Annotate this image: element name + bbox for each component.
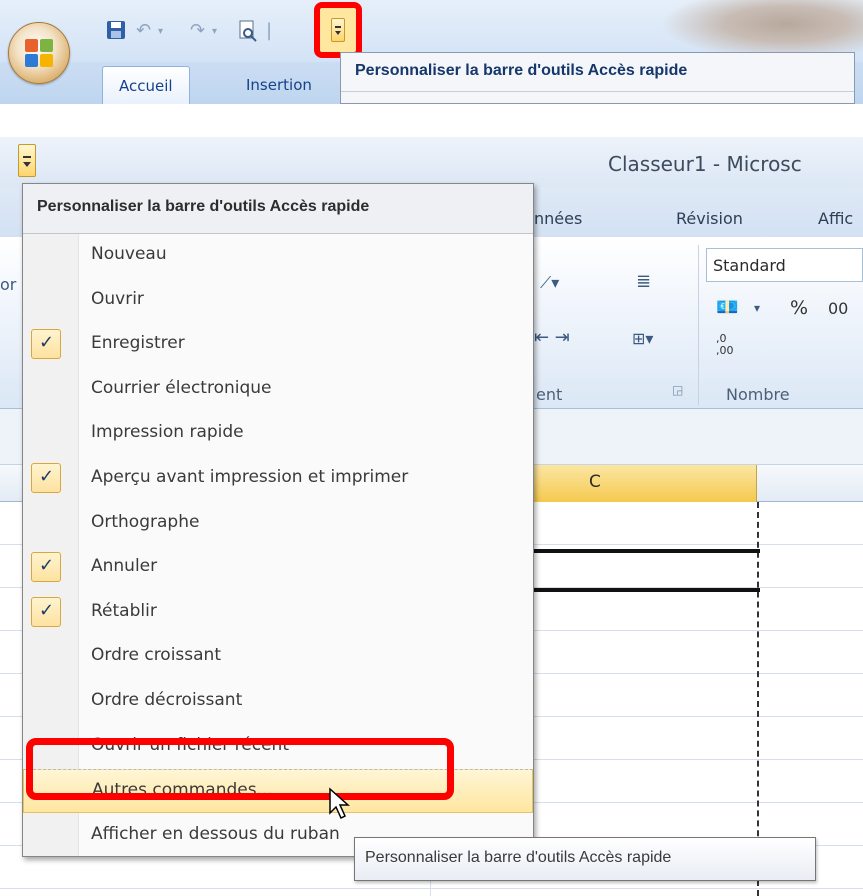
tab-insertion-label: Insertion <box>246 76 312 94</box>
checkmark-icon: ✓ <box>31 552 61 583</box>
menu-header-top: Personnaliser la barre d'outils Accès ra… <box>340 52 855 104</box>
checkmark-icon: ✓ <box>31 596 61 627</box>
menu-item[interactable]: ✓ Rétablir <box>23 591 533 635</box>
checkmark-glyph: ✓ <box>39 332 55 354</box>
merge-center-icon[interactable]: ⊞▾ <box>632 329 653 348</box>
orientation-icon[interactable]: ⟋▾ <box>540 273 559 293</box>
menu-header: Personnaliser la barre d'outils Accès ra… <box>23 184 533 234</box>
menu-item-label: Aperçu avant impression et imprimer <box>91 467 409 487</box>
checkmark-glyph: ✓ <box>39 555 55 577</box>
menu-header-divider <box>341 91 854 92</box>
number-format-select[interactable]: Standard <box>706 248 863 282</box>
menu-item[interactable]: ✓ Enregistrer <box>23 323 533 367</box>
menu-item[interactable]: Impression rapide <box>23 412 533 456</box>
dialog-launcher-icon[interactable]: ◲ <box>672 383 683 397</box>
menu-header-top-text: Personnaliser la barre d'outils Accès ra… <box>355 62 688 79</box>
group-divider <box>698 245 699 405</box>
alignment-group-label: ent <box>536 385 563 404</box>
menu-item-label: Orthographe <box>91 511 200 532</box>
thousands-icon[interactable]: 00 <box>828 299 848 318</box>
menu-item[interactable]: ✓ Aperçu avant impression et imprimer <box>23 457 533 501</box>
window-title: Classeur1 - Microsc <box>608 152 802 176</box>
menu-item-label: Ordre décroissant <box>91 690 243 710</box>
left-partial-text: or <box>0 275 17 294</box>
undo-icon[interactable]: ↶ <box>136 20 151 41</box>
tab-accueil-label: Accueil <box>119 77 173 95</box>
customize-qat-button-highlighted[interactable] <box>314 2 362 58</box>
menu-item[interactable]: Ordre décroissant <box>23 680 533 724</box>
highlight-box-other-commands <box>26 738 454 800</box>
menu-item-label: Annuler <box>91 556 158 577</box>
menu-header-text: Personnaliser la barre d'outils Accès ra… <box>37 198 370 215</box>
menu-item[interactable]: Ouvrir <box>23 279 533 323</box>
redo-dropdown-icon[interactable]: ▾ <box>212 26 217 37</box>
office-logo-icon <box>25 39 55 69</box>
menu-item[interactable]: Nouveau <box>23 234 533 278</box>
menu-item-label: Enregistrer <box>91 333 185 354</box>
redo-icon[interactable]: ↷ <box>190 20 205 41</box>
checkmark-icon: ✓ <box>31 463 61 493</box>
customize-qat-dropdown-icon <box>331 18 345 42</box>
indent-icons[interactable]: ⇤ ⇥ <box>534 327 570 348</box>
menu-item-label: Afficher en dessous du ruban <box>91 823 340 844</box>
wrap-text-icon[interactable]: ≣ <box>636 271 651 292</box>
tab-insertion[interactable]: Insertion <box>230 66 328 104</box>
tab-accueil[interactable]: Accueil <box>102 66 190 104</box>
tab-affichage[interactable]: Affic <box>818 209 853 228</box>
office-button[interactable] <box>8 22 70 84</box>
menu-item[interactable]: ✓ Annuler <box>23 546 533 590</box>
currency-dropdown-icon[interactable]: ▾ <box>754 301 760 315</box>
top-screenshot: ↶ ▾ ↷ ▾ | Accueil Insertion Personnalise… <box>0 0 863 104</box>
menu-item-label: Ouvrir <box>91 288 144 309</box>
print-preview-icon[interactable] <box>238 20 258 47</box>
menu-item-label: Courrier électronique <box>91 377 272 398</box>
blurred-background <box>660 0 863 60</box>
checkmark-icon: ✓ <box>31 329 61 360</box>
menu-item[interactable]: Orthographe <box>23 502 533 546</box>
tab-revision[interactable]: Révision <box>676 209 743 228</box>
save-icon[interactable] <box>106 20 126 45</box>
customize-qat-dropdown-icon[interactable] <box>18 144 36 177</box>
percent-icon[interactable]: % <box>790 297 808 319</box>
bottom-screenshot: Classeur1 - Microsc nnées Révision Affic… <box>0 137 863 896</box>
tooltip: Personnaliser la barre d'outils Accès ra… <box>354 837 816 881</box>
menu-item-label: Impression rapide <box>91 422 244 443</box>
number-group-label: Nombre <box>726 385 790 404</box>
menu-item[interactable]: Courrier électronique <box>23 368 533 412</box>
separator-icon: | <box>266 20 273 41</box>
undo-dropdown-icon[interactable]: ▾ <box>158 26 163 37</box>
grid-row-line <box>0 888 863 889</box>
decimal-buttons-icon[interactable]: ,0 ,00 <box>716 333 734 357</box>
number-format-value: Standard <box>713 256 786 275</box>
checkmark-glyph: ✓ <box>39 466 55 487</box>
tooltip-text: Personnaliser la barre d'outils Accès ra… <box>365 849 672 866</box>
column-header-c-label: C <box>589 472 601 492</box>
window-title-bar: Classeur1 - Microsc <box>0 137 863 187</box>
menu-item-label: Ordre croissant <box>91 645 221 666</box>
tab-donnees[interactable]: nnées <box>534 209 582 228</box>
checkmark-glyph: ✓ <box>39 599 55 621</box>
mouse-cursor-icon <box>329 787 350 820</box>
menu-item[interactable]: Ordre croissant <box>23 635 533 679</box>
currency-icon[interactable]: 💶 <box>716 297 738 318</box>
menu-item-label: Nouveau <box>91 244 167 264</box>
menu-item-label: Rétablir <box>91 600 157 621</box>
